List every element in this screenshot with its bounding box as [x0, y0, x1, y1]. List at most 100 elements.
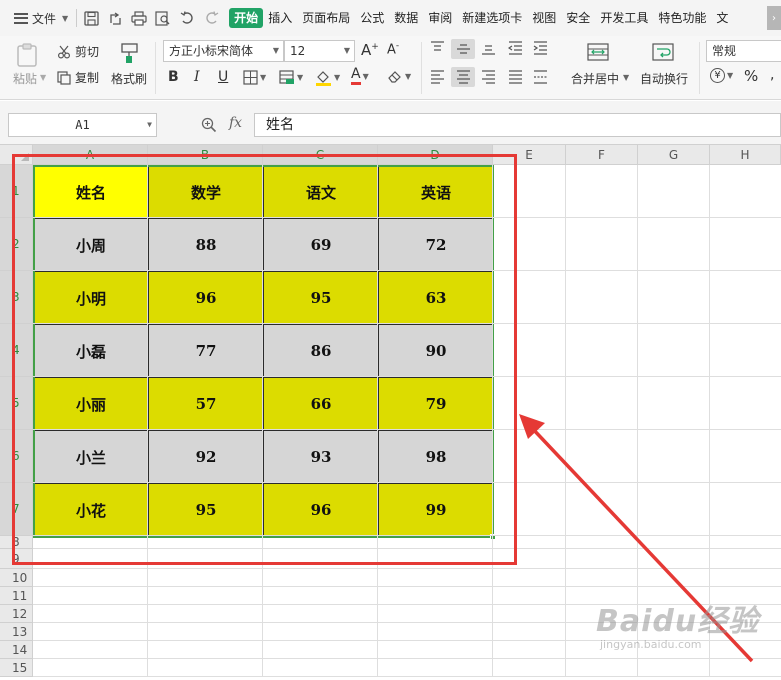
row-header-9[interactable]: 9	[0, 549, 33, 569]
export-icon[interactable]	[107, 10, 123, 26]
column-header-c[interactable]: C	[263, 145, 378, 165]
table-header-cell[interactable]: 英语	[378, 165, 494, 219]
table-cell[interactable]: 99	[378, 483, 494, 537]
table-cell[interactable]: 88	[148, 218, 264, 272]
table-cell[interactable]: 72	[378, 218, 494, 272]
paste-button[interactable]	[14, 42, 40, 68]
increase-font-button[interactable]: A+	[361, 41, 379, 59]
increase-indent-button[interactable]	[533, 41, 548, 55]
align-left-button[interactable]	[430, 70, 445, 84]
row-header-4[interactable]: 4	[0, 324, 33, 377]
row-header-8[interactable]: 8	[0, 535, 33, 549]
tab-formulas[interactable]: 公式	[355, 8, 389, 28]
table-cell[interactable]: 小磊	[33, 324, 149, 378]
align-top-button[interactable]	[430, 41, 445, 55]
row-header-1[interactable]: 1	[0, 165, 33, 218]
undo-icon[interactable]	[179, 10, 195, 26]
tab-new-tab[interactable]: 新建选项卡	[457, 8, 527, 28]
row-header-3[interactable]: 3	[0, 271, 33, 324]
table-cell[interactable]: 96	[148, 271, 264, 325]
table-cell[interactable]: 57	[148, 377, 264, 431]
table-cell[interactable]: 95	[263, 271, 379, 325]
tab-developer[interactable]: 开发工具	[595, 8, 653, 28]
tab-insert[interactable]: 插入	[263, 8, 297, 28]
tab-view[interactable]: 视图	[527, 8, 561, 28]
chevron-down-icon[interactable]: ▼	[40, 73, 46, 82]
name-box[interactable]: A1 ▼	[8, 113, 157, 137]
wrap-text-button[interactable]	[652, 41, 674, 63]
table-cell[interactable]: 69	[263, 218, 379, 272]
row-header-12[interactable]: 12	[0, 605, 33, 623]
table-header-cell[interactable]: 姓名	[33, 165, 149, 219]
table-cell[interactable]: 79	[378, 377, 494, 431]
table-cell[interactable]: 66	[263, 377, 379, 431]
underline-button[interactable]: U	[218, 69, 228, 85]
align-center-button[interactable]	[451, 67, 475, 87]
table-cell[interactable]: 90	[378, 324, 494, 378]
file-menu[interactable]: 文件 ▼	[14, 10, 68, 27]
font-size-select[interactable]: 12 ▼	[284, 40, 355, 62]
cell-style-button[interactable]: ▼	[279, 70, 303, 85]
row-header-15[interactable]: 15	[0, 659, 33, 677]
spreadsheet-grid[interactable]: 姓名 数学 语文 英语 小周 88 69 72 小明 96 95 63 小磊 77 86 90 小丽 57 66 79…	[0, 145, 781, 680]
select-all-button[interactable]	[0, 145, 33, 165]
table-header-cell[interactable]: 数学	[148, 165, 264, 219]
format-painter-button[interactable]	[119, 41, 141, 65]
row-header-5[interactable]: 5	[0, 377, 33, 430]
tab-home[interactable]: 开始	[229, 8, 264, 28]
align-right-button[interactable]	[481, 70, 496, 84]
table-cell[interactable]: 98	[378, 430, 494, 484]
distributed-button[interactable]	[533, 70, 548, 84]
row-header-13[interactable]: 13	[0, 623, 33, 641]
copy-button[interactable]: 复制	[57, 69, 99, 86]
column-header-f[interactable]: F	[566, 145, 638, 165]
decrease-indent-button[interactable]	[508, 41, 523, 55]
row-header-6[interactable]: 6	[0, 430, 33, 483]
cut-button[interactable]: 剪切	[57, 43, 99, 60]
borders-button[interactable]: ▼	[243, 70, 266, 85]
table-cell[interactable]: 小明	[33, 271, 149, 325]
column-header-e[interactable]: E	[493, 145, 566, 165]
percent-button[interactable]: %	[744, 67, 758, 85]
table-cell[interactable]: 小兰	[33, 430, 149, 484]
tab-special-features[interactable]: 特色功能	[653, 8, 711, 28]
column-header-d[interactable]: D	[378, 145, 493, 165]
number-format-select[interactable]: 常规	[706, 40, 781, 62]
merge-center-button[interactable]	[587, 41, 609, 63]
tab-data[interactable]: 数据	[389, 8, 423, 28]
column-header-a[interactable]: A	[33, 145, 148, 165]
table-cell[interactable]: 小花	[33, 483, 149, 537]
scroll-tabs-right-button[interactable]: ›	[767, 6, 781, 30]
align-middle-button[interactable]	[451, 39, 475, 59]
row-header-2[interactable]: 2	[0, 218, 33, 271]
row-header-10[interactable]: 10	[0, 569, 33, 587]
table-cell[interactable]: 93	[263, 430, 379, 484]
bold-button[interactable]: B	[168, 69, 179, 85]
italic-button[interactable]: I	[194, 69, 200, 85]
justify-button[interactable]	[508, 70, 523, 84]
formula-input[interactable]: 姓名	[254, 113, 781, 137]
fill-color-button[interactable]: ▼	[315, 69, 340, 86]
row-header-14[interactable]: 14	[0, 641, 33, 659]
row-header-11[interactable]: 11	[0, 587, 33, 605]
table-cell[interactable]: 86	[263, 324, 379, 378]
tab-review[interactable]: 审阅	[423, 8, 457, 28]
tab-truncated[interactable]: 文	[711, 8, 733, 28]
column-header-h[interactable]: H	[710, 145, 781, 165]
table-cell[interactable]: 77	[148, 324, 264, 378]
table-cell[interactable]: 小周	[33, 218, 149, 272]
table-header-cell[interactable]: 语文	[263, 165, 379, 219]
thousands-button[interactable]: ,	[770, 67, 774, 83]
decrease-font-button[interactable]: A-	[387, 41, 399, 57]
row-header-7[interactable]: 7	[0, 483, 33, 536]
table-cell[interactable]: 63	[378, 271, 494, 325]
print-icon[interactable]	[131, 10, 147, 26]
print-preview-icon[interactable]	[155, 10, 171, 26]
insert-function-button[interactable]: fx	[229, 115, 242, 131]
font-color-button[interactable]: A ▼	[351, 67, 369, 85]
table-cell[interactable]: 92	[148, 430, 264, 484]
align-bottom-button[interactable]	[481, 41, 496, 55]
clear-button[interactable]: ▼	[387, 69, 411, 84]
font-name-select[interactable]: 方正小标宋简体 ▼	[163, 40, 284, 62]
save-icon[interactable]	[83, 10, 99, 26]
